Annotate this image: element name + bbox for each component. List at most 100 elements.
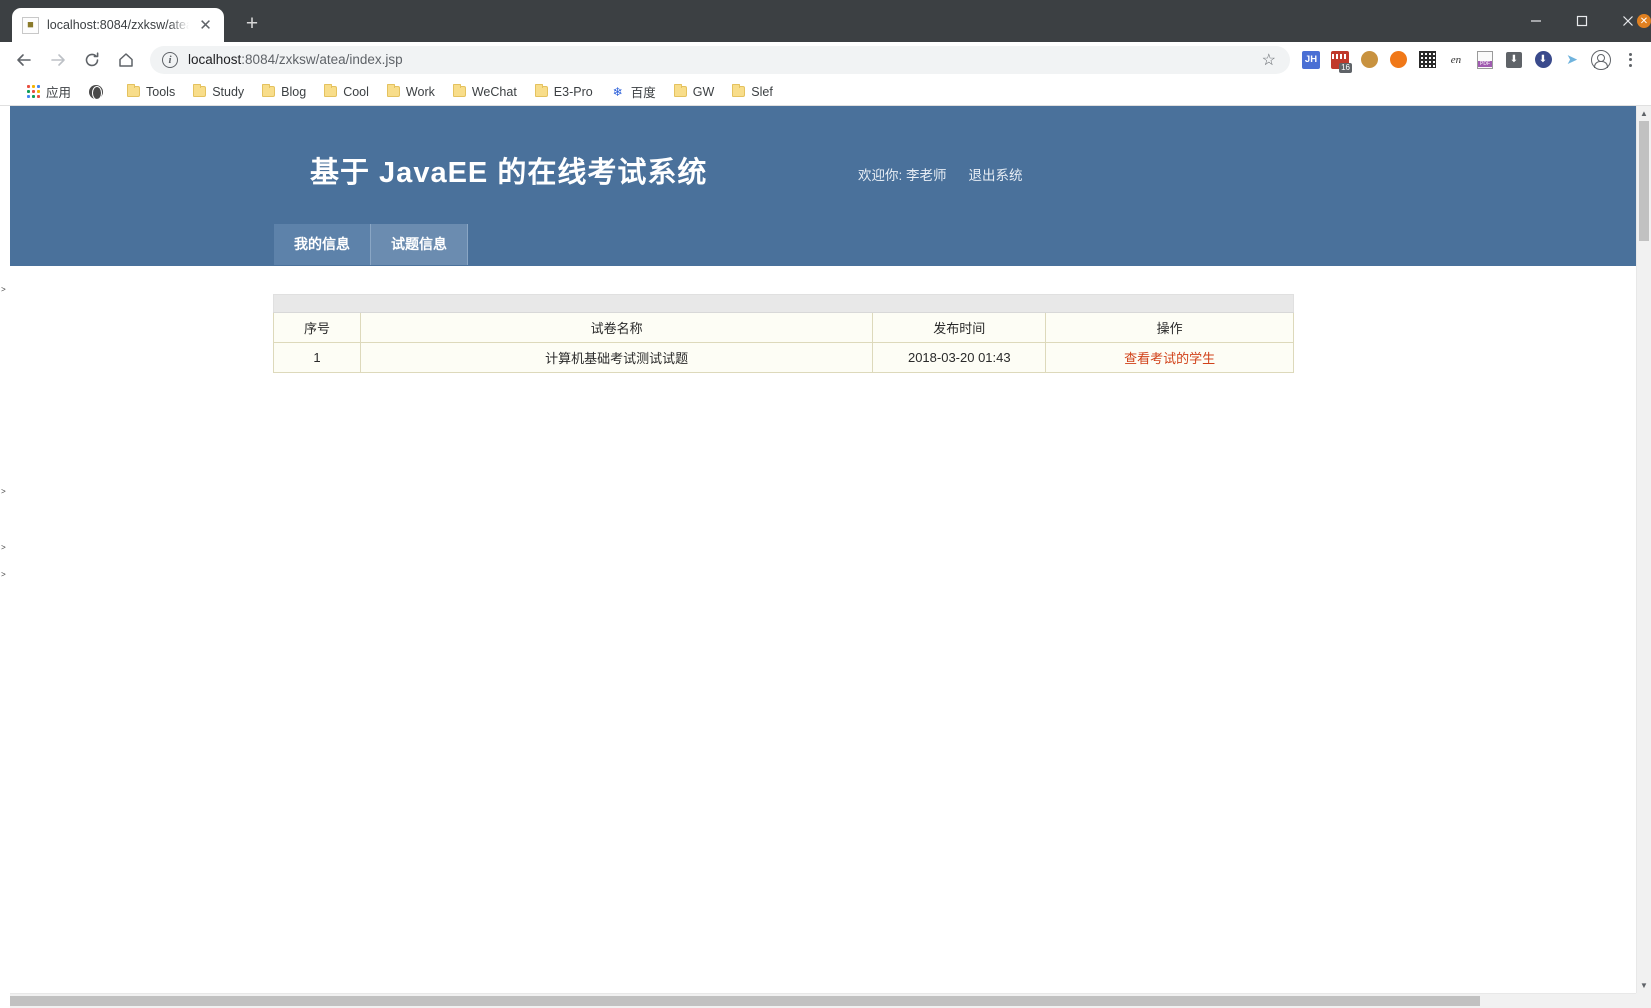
reload-icon[interactable]	[76, 44, 108, 76]
cell-time: 2018-03-20 01:43	[872, 342, 1047, 373]
chevron-up-icon[interactable]: ▲	[1637, 106, 1651, 121]
column-header-name: 试卷名称	[359, 312, 874, 343]
tab-title: localhost:8084/zxksw/atea/index	[47, 18, 189, 32]
bookmark-work[interactable]: Work	[378, 83, 444, 101]
folder-icon	[262, 84, 276, 97]
folder-icon	[386, 84, 400, 97]
page-title: 基于 JavaEE 的在线考试系统	[310, 157, 708, 189]
welcome-text: 欢迎你: 李老师	[858, 168, 947, 183]
cell-name: 计算机基础考试测试试题	[359, 342, 874, 373]
horizontal-scrollbar[interactable]	[0, 993, 1636, 1008]
close-icon[interactable]: ✕	[197, 17, 214, 34]
cell-action: 查看考试的学生	[1045, 342, 1294, 373]
bookmarks-bar: 应用 Tools Study Blog Cool Work WeChat E3-…	[0, 78, 1651, 106]
tab-strip: ■ localhost:8084/zxksw/atea/index ✕ +	[0, 0, 1651, 42]
kebab-menu-icon[interactable]	[1617, 47, 1643, 73]
download-extension-icon[interactable]: ⬇	[1501, 47, 1527, 73]
left-edge-artifact: > > > >	[0, 106, 10, 1008]
calendar-extension-icon[interactable]: 16	[1327, 47, 1353, 73]
folder-icon	[193, 84, 207, 97]
home-icon[interactable]	[110, 44, 142, 76]
orange-circle-extension-icon[interactable]	[1385, 47, 1411, 73]
star-icon[interactable]: ☆	[1262, 50, 1276, 70]
info-circle-icon[interactable]: i	[162, 51, 178, 68]
folder-icon	[673, 84, 687, 97]
window-controls	[1513, 0, 1651, 42]
bookmark-study[interactable]: Study	[184, 83, 253, 101]
bookmark-label: Tools	[146, 84, 176, 99]
back-arrow-icon[interactable]	[8, 44, 40, 76]
bookmark-slef[interactable]: Slef	[723, 83, 782, 101]
folder-icon	[534, 84, 548, 97]
notification-badge-icon[interactable]: ✕	[1637, 14, 1651, 28]
extension-bar: JH 16 en ⬇ ⬇ ➤	[1298, 47, 1585, 73]
bookmark-label: 应用	[46, 86, 72, 100]
bookmark-e3pro[interactable]: E3-Pro	[526, 83, 602, 101]
left-edge-strip	[0, 0, 10, 42]
logout-link[interactable]: 退出系统	[969, 164, 1023, 184]
folder-icon	[452, 84, 466, 97]
table-toolbar-cell	[273, 294, 1294, 313]
vertical-scrollbar[interactable]: ▲ ▼	[1636, 106, 1651, 993]
bookmark-label: 百度	[630, 86, 656, 100]
calendar-extension-badge: 16	[1339, 62, 1352, 73]
translate-extension-label: en	[1450, 53, 1462, 66]
bookmark-label: Study	[212, 84, 245, 99]
table-header-row: 序号 试卷名称 发布时间 操作	[273, 312, 1294, 343]
forward-arrow-icon[interactable]	[42, 44, 74, 76]
bookmark-label: Work	[405, 84, 435, 99]
baidu-icon: ❄	[612, 84, 623, 99]
address-bar[interactable]: i localhost:8084/zxksw/atea/index.jsp ☆	[150, 45, 1290, 74]
exam-table-wrapper: 序号 试卷名称 发布时间 操作 1 计算机基础考试测试试题 2018-03-20…	[273, 294, 1294, 373]
browser-tab[interactable]: ■ localhost:8084/zxksw/atea/index ✕	[12, 8, 224, 42]
profile-avatar-icon[interactable]	[1591, 49, 1611, 70]
qr-code-extension-icon[interactable]	[1414, 47, 1440, 73]
apps-grid-icon	[27, 85, 40, 98]
tab-my-info[interactable]: 我的信息	[274, 224, 371, 265]
column-header-time: 发布时间	[872, 312, 1047, 343]
cell-no: 1	[273, 342, 361, 373]
bird-extension-icon[interactable]: ➤	[1559, 47, 1585, 73]
bookmark-label: Blog	[281, 84, 307, 99]
monkey-extension-icon[interactable]	[1356, 47, 1382, 73]
scrollbar-corner	[1636, 993, 1651, 1008]
url-host: localhost	[188, 52, 242, 67]
exam-table: 序号 试卷名称 发布时间 操作 1 计算机基础考试测试试题 2018-03-20…	[273, 294, 1294, 373]
view-exam-students-link[interactable]: 查看考试的学生	[1124, 351, 1215, 366]
pdf-extension-icon[interactable]	[1472, 47, 1498, 73]
horizontal-scrollbar-thumb[interactable]	[0, 996, 1480, 1006]
maximize-icon[interactable]	[1559, 0, 1605, 42]
bookmark-apps[interactable]: 应用	[18, 80, 80, 103]
page-viewport: 基于 JavaEE 的在线考试系统 欢迎你: 李老师 退出系统 我的信息 试题信…	[0, 106, 1651, 1008]
jh-extension-icon[interactable]: JH	[1298, 47, 1324, 73]
bookmark-gw[interactable]: GW	[665, 83, 724, 101]
folder-icon	[732, 84, 746, 97]
bookmark-label: Slef	[751, 84, 773, 99]
table-toolbar-row	[273, 294, 1294, 313]
bookmark-tools[interactable]: Tools	[118, 83, 184, 101]
welcome-area: 欢迎你: 李老师 退出系统	[858, 164, 1023, 184]
minimize-icon[interactable]	[1513, 0, 1559, 42]
column-header-action: 操作	[1045, 312, 1294, 343]
table-row: 1 计算机基础考试测试试题 2018-03-20 01:43 查看考试的学生	[273, 342, 1294, 373]
chevron-down-icon[interactable]: ▼	[1637, 978, 1651, 993]
site-header: 基于 JavaEE 的在线考试系统 欢迎你: 李老师 退出系统 我的信息 试题信…	[0, 106, 1636, 266]
bookmark-label: Cool	[343, 84, 369, 99]
page-content: 序号 试卷名称 发布时间 操作 1 计算机基础考试测试试题 2018-03-20…	[0, 266, 1636, 1008]
bookmark-label: E3-Pro	[553, 84, 593, 99]
bookmark-globe[interactable]	[80, 83, 118, 101]
bookmark-cool[interactable]: Cool	[315, 83, 378, 101]
bookmark-baidu[interactable]: ❄ 百度	[602, 80, 665, 103]
column-header-no: 序号	[273, 312, 361, 343]
bookmark-wechat[interactable]: WeChat	[444, 83, 526, 101]
vertical-scrollbar-thumb[interactable]	[1639, 121, 1649, 241]
download-circle-extension-icon[interactable]: ⬇	[1530, 47, 1556, 73]
folder-icon	[127, 84, 141, 97]
new-tab-button[interactable]: +	[238, 11, 266, 39]
translate-extension-icon[interactable]: en	[1443, 47, 1469, 73]
main-nav-tabs: 我的信息 试题信息	[274, 224, 468, 265]
browser-toolbar: i localhost:8084/zxksw/atea/index.jsp ☆ …	[0, 42, 1651, 78]
bookmark-blog[interactable]: Blog	[253, 83, 315, 101]
tab-exam-info[interactable]: 试题信息	[371, 224, 468, 265]
address-bar-url: localhost:8084/zxksw/atea/index.jsp	[188, 52, 403, 67]
